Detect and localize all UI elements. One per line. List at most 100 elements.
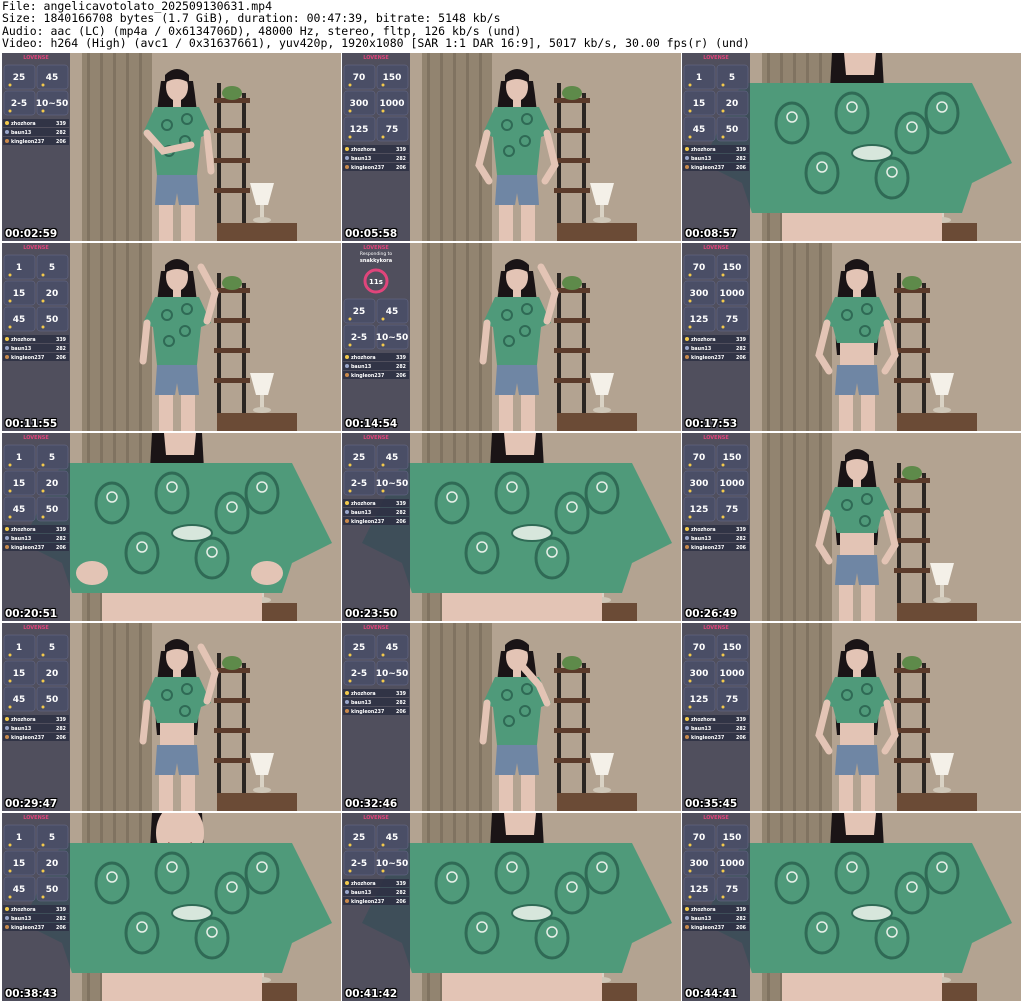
tipper-name: baun13	[351, 700, 371, 706]
arm	[479, 319, 491, 365]
tipper-rank-icon	[685, 536, 689, 540]
shelf-post	[922, 473, 926, 621]
tip-level-value: 15	[13, 859, 26, 869]
lamp-stand	[260, 205, 264, 219]
lamp-base	[933, 597, 951, 603]
tip-level-dot	[348, 109, 352, 113]
tipper-rank-icon	[5, 527, 9, 531]
tipper-value: 339	[736, 717, 747, 723]
desk	[217, 413, 297, 431]
curtain-fold	[100, 243, 103, 431]
curtain-fold	[466, 243, 469, 431]
tipper-rank-icon	[5, 925, 9, 929]
tip-level-value: 5	[49, 643, 55, 653]
tip-level-dot	[721, 843, 725, 847]
tip-level-value: 300	[350, 99, 369, 109]
tip-level-dot	[688, 135, 692, 139]
neck	[844, 53, 876, 75]
tipper-rank-icon	[685, 735, 689, 739]
tip-level-dot	[721, 705, 725, 709]
plant	[562, 276, 582, 290]
tipper-value: 282	[396, 890, 406, 896]
midriff	[840, 723, 874, 747]
shelf-post	[242, 93, 246, 241]
tipper-value: 339	[56, 121, 67, 127]
thumbnail-scene: LOVENSE1 515 2045 50zhozhora 339baun13 282kin…	[2, 623, 341, 811]
tipper-rank-icon	[345, 373, 349, 377]
tipper-value: 206	[56, 139, 67, 145]
tipper-value: 339	[396, 881, 407, 887]
tip-level-value: 50	[46, 885, 59, 895]
tipper-rank-icon	[685, 346, 689, 350]
curtain-fold	[780, 623, 783, 811]
tipper-rank-icon	[685, 717, 689, 721]
tip-level-value: 300	[690, 669, 709, 679]
lovense-overlay: LOVENSE1 515 2045 50zhozhora 339baun13 282kin…	[2, 243, 70, 431]
tipper-rank-icon	[5, 337, 9, 341]
neck	[844, 813, 876, 835]
tipper-rank-icon	[685, 147, 689, 151]
lamp-stand	[260, 775, 264, 789]
thumbnail-timestamp: 00:44:41	[685, 988, 738, 1000]
tipper-name: zhozhora	[351, 147, 376, 153]
tipper-name: zhozhora	[691, 717, 716, 723]
curtain-fold	[767, 433, 770, 621]
curtain-fold	[87, 53, 90, 241]
curtain-fold	[427, 53, 430, 241]
tip-level-value: 45	[693, 125, 706, 135]
tip-level-value: 1000	[719, 859, 744, 869]
tip-level-dot	[348, 343, 352, 347]
lovense-overlay: LOVENSE1 515 2045 50zhozhora 339baun13 282kin…	[2, 813, 70, 1001]
tip-level-value: 150	[723, 263, 742, 273]
curtain-fold	[87, 623, 90, 811]
curtain-fold	[466, 53, 469, 241]
tip-level-value: 75	[726, 695, 739, 705]
tipper-name: kingleon237	[11, 925, 44, 931]
tip-level-dot	[688, 895, 692, 899]
lovense-brand: LOVENSE	[363, 245, 389, 251]
curtain-fold	[113, 243, 116, 431]
leg	[181, 395, 195, 431]
tip-level-value: 45	[46, 73, 59, 83]
tipper-rank-icon	[345, 364, 349, 368]
tip-level-dot	[721, 135, 725, 139]
tip-level-value: 150	[723, 453, 742, 463]
thumbnail-timestamp: 00:38:43	[5, 988, 58, 1000]
tip-level-dot	[721, 653, 725, 657]
video-thumbnail: LOVENSE 25 45 2-5 10~50 zhozhora 339 baun13 282 k…	[342, 813, 681, 1001]
curtain-fold	[126, 53, 129, 241]
neck	[504, 813, 536, 835]
tipper-name: kingleon237	[11, 355, 44, 361]
midriff	[840, 343, 874, 367]
curtain-fold	[793, 623, 796, 811]
lovense-overlay: LOVENSE 25 45 2-5 10~50 zhozhora 339 baun13 282 k…	[342, 813, 410, 1001]
thumbnail-timestamp: 00:41:42	[345, 988, 398, 1000]
tip-level-value: 10~50	[376, 859, 409, 869]
lovense-overlay: LOVENSE 70 150 300 1000 125 75 zhozhora 339 baun1…	[682, 813, 750, 1001]
tipper-name: kingleon237	[351, 899, 384, 905]
tip-level-dot	[41, 515, 45, 519]
tip-level-dot	[381, 869, 385, 873]
curtain-fold	[479, 623, 482, 811]
tip-level-value: 1000	[719, 479, 744, 489]
tip-level-value: 1000	[719, 669, 744, 679]
midriff	[160, 723, 194, 747]
video-thumbnail: LOVENSE 70 150 300 1000 125 75 zhozhora 339 baun1…	[682, 623, 1021, 811]
shelf-board	[894, 698, 930, 703]
tipper-rank-icon	[5, 726, 9, 730]
tipper-rank-icon	[345, 355, 349, 359]
shelf-board	[894, 728, 930, 733]
curtain-fold	[780, 433, 783, 621]
tipper-name: zhozhora	[691, 527, 716, 533]
tip-level-value: 50	[46, 695, 59, 705]
tip-level-dot	[721, 299, 725, 303]
tipper-value: 206	[56, 925, 67, 931]
neck	[164, 433, 196, 455]
tip-level-dot	[8, 843, 12, 847]
tipper-name: kingleon237	[691, 165, 724, 171]
tip-level-dot	[8, 299, 12, 303]
tip-level-value: 50	[46, 315, 59, 325]
tip-level-dot	[41, 843, 45, 847]
curtain-fold	[139, 623, 142, 811]
tipper-value: 339	[736, 907, 747, 913]
